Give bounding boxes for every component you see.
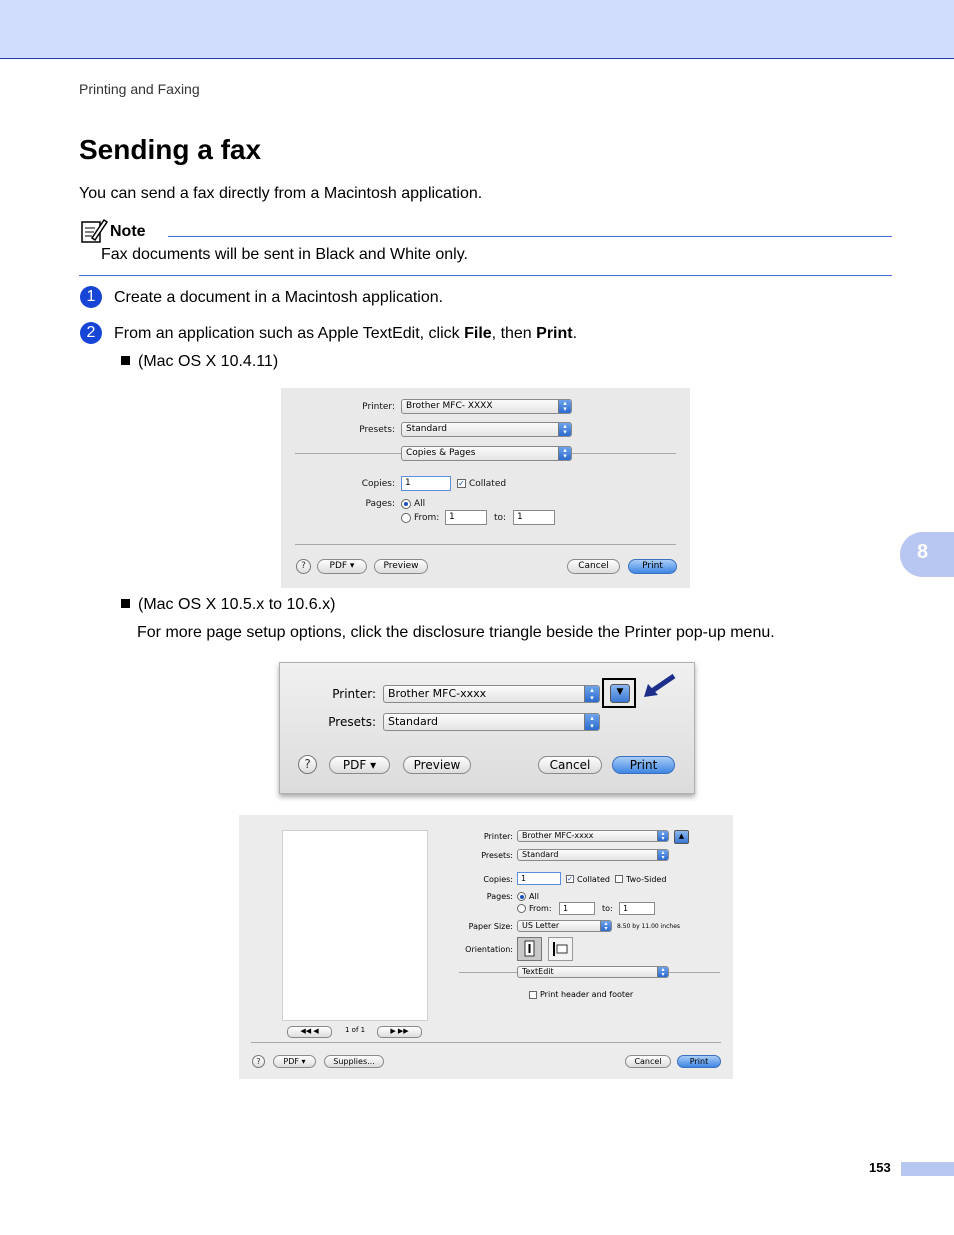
presets-popup[interactable]: Standard ▴ ▾ bbox=[383, 713, 600, 731]
pages-label: Pages: bbox=[365, 499, 395, 509]
printer-popup[interactable]: Brother MFC-xxxx ▴ ▾ bbox=[517, 830, 669, 842]
print-dialog-10-5-collapsed: Printer: Brother MFC-xxxx ▴ ▾ Presets: Sta… bbox=[279, 662, 695, 794]
copies-field[interactable]: 1 bbox=[401, 476, 451, 491]
step-number-1: 1 bbox=[80, 286, 102, 308]
pages-from-field[interactable]: 1 bbox=[559, 902, 595, 915]
disclosure-triangle-button[interactable]: ▼ bbox=[610, 684, 630, 703]
header-footer-checkbox[interactable] bbox=[529, 991, 537, 999]
presets-label: Presets: bbox=[481, 851, 513, 860]
bullet-os-10-4: (Mac OS X 10.4.11) bbox=[121, 353, 278, 371]
collated-label: Collated bbox=[577, 875, 610, 884]
pdf-button[interactable]: PDF ▾ bbox=[273, 1055, 316, 1068]
presets-label: Presets: bbox=[359, 425, 395, 435]
page-number-band bbox=[901, 1162, 954, 1176]
step-number-2: 2 bbox=[80, 322, 102, 344]
pages-label: Pages: bbox=[486, 892, 513, 901]
printer-label: Printer: bbox=[332, 687, 376, 701]
note-label: Note bbox=[110, 223, 146, 240]
pointer-arrow-icon bbox=[644, 673, 676, 697]
pages-to-label: to: bbox=[494, 513, 507, 523]
pdf-button[interactable]: PDF ▾ bbox=[317, 559, 367, 574]
note-pencil-icon bbox=[81, 218, 108, 243]
pages-from-radio[interactable] bbox=[517, 904, 526, 913]
help-button[interactable]: ? bbox=[296, 559, 311, 574]
preview-back-buttons[interactable]: ◀◀ ◀ bbox=[287, 1026, 332, 1038]
printer-label: Printer: bbox=[362, 402, 395, 412]
paper-size-dimensions: 8.50 by 11.00 inches bbox=[617, 923, 681, 930]
step-text-2: From an application such as Apple TextEd… bbox=[114, 325, 578, 342]
print-dialog-10-5-expanded: ◀◀ ◀ 1 of 1 ▶ ▶▶ Printer: Brother MFC-xx… bbox=[239, 815, 733, 1079]
pages-from-label: From: bbox=[414, 513, 440, 523]
disclosure-triangle-button[interactable]: ▲ bbox=[674, 830, 689, 844]
copies-label: Copies: bbox=[483, 875, 513, 884]
pages-to-label: to: bbox=[602, 904, 613, 913]
panel-popup[interactable]: Copies & Pages ▴ ▾ bbox=[401, 446, 572, 461]
collated-label: Collated bbox=[469, 479, 507, 489]
printer-popup[interactable]: Brother MFC- XXXX ▴ ▾ bbox=[401, 399, 572, 414]
note-bottom-divider bbox=[79, 275, 892, 276]
page-preview bbox=[282, 830, 428, 1021]
print-dialog-10-4: Printer: Brother MFC- XXXX ▴ ▾ Presets: St… bbox=[281, 388, 690, 588]
preview-forward-buttons[interactable]: ▶ ▶▶ bbox=[377, 1026, 422, 1038]
copies-label: Copies: bbox=[361, 479, 395, 489]
page-indicator: 1 of 1 bbox=[345, 1026, 366, 1034]
preview-button[interactable]: Preview bbox=[374, 559, 428, 574]
presets-popup[interactable]: Standard ▴ ▾ bbox=[517, 849, 669, 861]
button-divider bbox=[295, 544, 676, 545]
portrait-orientation-icon[interactable] bbox=[517, 937, 542, 961]
pages-from-label: From: bbox=[529, 904, 552, 913]
header-footer-label: Print header and footer bbox=[540, 990, 634, 999]
orientation-label: Orientation: bbox=[465, 945, 513, 954]
help-button[interactable]: ? bbox=[252, 1055, 265, 1068]
cancel-button[interactable]: Cancel bbox=[625, 1055, 671, 1068]
header-band bbox=[0, 0, 954, 59]
pages-from-radio[interactable] bbox=[401, 513, 411, 523]
help-button[interactable]: ? bbox=[298, 755, 317, 774]
pdf-button[interactable]: PDF ▾ bbox=[329, 756, 390, 774]
copies-field[interactable]: 1 bbox=[517, 872, 561, 885]
pages-all-label: All bbox=[529, 892, 539, 901]
panel-popup[interactable]: TextEdit ▴ ▾ bbox=[517, 966, 669, 978]
two-sided-label: Two-Sided bbox=[626, 875, 667, 884]
two-sided-checkbox[interactable] bbox=[615, 875, 623, 883]
collated-checkbox[interactable]: ✓ bbox=[566, 875, 574, 883]
breadcrumb: Printing and Faxing bbox=[79, 81, 200, 97]
chapter-tab: 8 bbox=[900, 532, 954, 577]
cancel-button[interactable]: Cancel bbox=[567, 559, 620, 574]
paper-size-popup[interactable]: US Letter ▴ ▾ bbox=[517, 920, 612, 932]
bullet-os-10-5: (Mac OS X 10.5.x to 10.6.x) bbox=[121, 596, 335, 614]
preview-button[interactable]: Preview bbox=[403, 756, 471, 774]
landscape-orientation-icon[interactable] bbox=[548, 937, 573, 961]
print-button[interactable]: Print bbox=[677, 1055, 721, 1068]
pages-all-radio[interactable] bbox=[401, 499, 411, 509]
pages-to-field[interactable]: 1 bbox=[513, 510, 555, 525]
collated-checkbox[interactable]: ✓ bbox=[457, 479, 466, 488]
print-button[interactable]: Print bbox=[628, 559, 677, 574]
supplies-button[interactable]: Supplies... bbox=[324, 1055, 384, 1068]
note-text: Fax documents will be sent in Black and … bbox=[101, 246, 468, 263]
disclosure-instruction: For more page setup options, click the d… bbox=[137, 624, 775, 641]
pages-all-radio[interactable] bbox=[517, 892, 526, 901]
button-divider bbox=[251, 1042, 721, 1043]
pages-all-label: All bbox=[414, 499, 426, 509]
pages-from-field[interactable]: 1 bbox=[445, 510, 487, 525]
intro-text: You can send a fax directly from a Macin… bbox=[79, 185, 483, 202]
page-title: Sending a fax bbox=[79, 134, 262, 165]
pages-to-field[interactable]: 1 bbox=[619, 902, 655, 915]
page-number: 153 bbox=[869, 1160, 891, 1175]
printer-popup[interactable]: Brother MFC-xxxx ▴ ▾ bbox=[383, 685, 600, 703]
presets-label: Presets: bbox=[328, 715, 376, 729]
print-button[interactable]: Print bbox=[612, 756, 675, 774]
note-divider bbox=[168, 236, 892, 237]
presets-popup[interactable]: Standard ▴ ▾ bbox=[401, 422, 572, 437]
step-text-1: Create a document in a Macintosh applica… bbox=[114, 289, 444, 306]
printer-label: Printer: bbox=[483, 832, 513, 841]
cancel-button[interactable]: Cancel bbox=[538, 756, 602, 774]
paper-size-label: Paper Size: bbox=[468, 922, 513, 931]
